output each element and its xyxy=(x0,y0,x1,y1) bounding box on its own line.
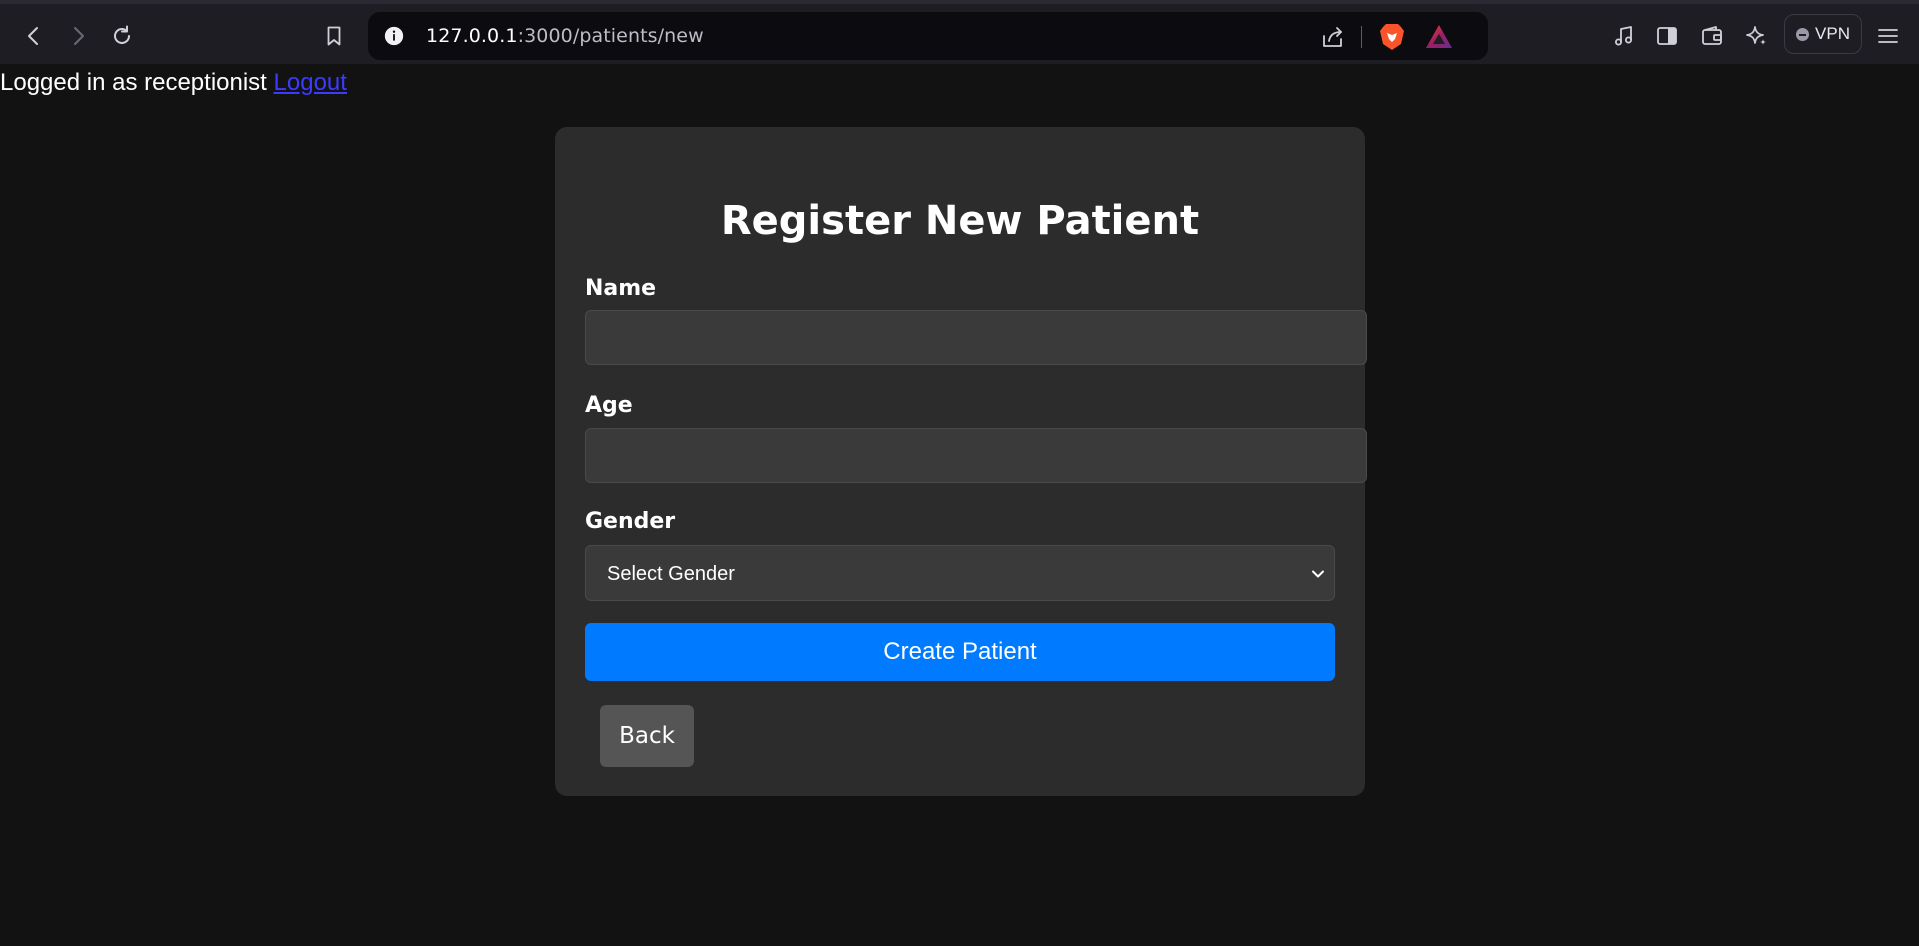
share-icon[interactable] xyxy=(1320,24,1346,50)
chevron-down-icon xyxy=(1308,564,1328,584)
browser-toolbar: 127.0.0.1:3000/patients/new VPN xyxy=(0,4,1919,64)
bookmark-icon[interactable] xyxy=(316,18,352,54)
url-text[interactable]: 127.0.0.1:3000/patients/new xyxy=(426,24,704,48)
url-host: 127.0.0.1 xyxy=(426,25,518,47)
address-bar-divider xyxy=(1361,26,1362,48)
logout-link[interactable]: Logout xyxy=(274,69,347,96)
back-button[interactable]: Back xyxy=(600,705,694,767)
name-label: Name xyxy=(585,276,657,301)
site-info-icon[interactable] xyxy=(382,24,406,48)
vpn-label: VPN xyxy=(1815,24,1850,43)
sidebar-icon[interactable] xyxy=(1649,18,1685,54)
gender-select[interactable]: Select Gender xyxy=(585,545,1335,601)
wallet-icon[interactable] xyxy=(1694,18,1730,54)
page-title: Register New Patient xyxy=(720,198,1200,244)
url-path: :3000/patients/new xyxy=(517,25,704,47)
gender-label: Gender xyxy=(585,509,676,534)
session-text: Logged in as receptionist xyxy=(0,69,267,96)
register-patient-card: Register New Patient Name Age Gender Sel… xyxy=(555,127,1367,796)
brave-shields-icon[interactable] xyxy=(1378,22,1406,52)
session-status: Logged in as receptionist Logout xyxy=(0,68,347,98)
brave-rewards-icon[interactable] xyxy=(1424,22,1454,52)
vpn-button[interactable]: VPN xyxy=(1784,14,1862,54)
age-field[interactable] xyxy=(585,428,1367,483)
leo-ai-icon[interactable] xyxy=(1738,18,1774,54)
back-icon[interactable] xyxy=(16,18,52,54)
forward-icon[interactable] xyxy=(60,18,96,54)
menu-icon[interactable] xyxy=(1870,18,1906,54)
age-label: Age xyxy=(585,393,633,418)
reload-icon[interactable] xyxy=(104,18,140,54)
address-bar[interactable]: 127.0.0.1:3000/patients/new xyxy=(368,12,1488,60)
vpn-icon xyxy=(1796,27,1810,41)
name-field[interactable] xyxy=(585,310,1367,365)
create-patient-button[interactable]: Create Patient xyxy=(585,623,1335,681)
gender-selected-value: Select Gender xyxy=(607,563,735,585)
media-icon[interactable] xyxy=(1606,18,1642,54)
